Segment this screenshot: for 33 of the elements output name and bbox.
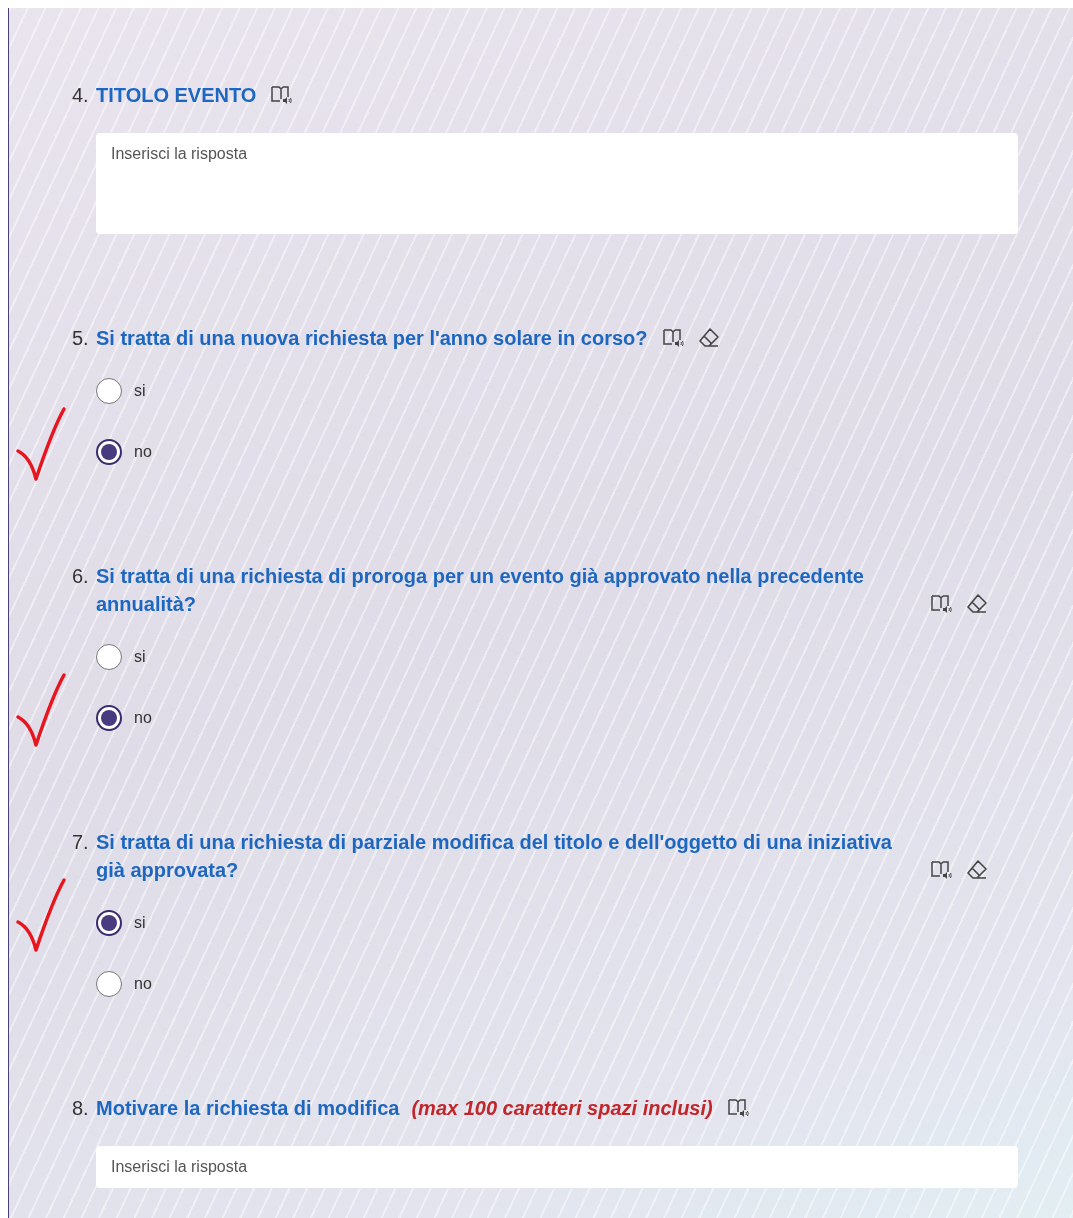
radio-button[interactable] bbox=[96, 704, 122, 731]
immersive-reader-icon[interactable] bbox=[930, 859, 952, 881]
eraser-icon[interactable] bbox=[966, 593, 988, 615]
answer-field[interactable]: Inserisci la risposta bbox=[96, 1146, 1018, 1188]
immersive-reader-icon[interactable] bbox=[726, 1097, 749, 1119]
question-number: 6. bbox=[72, 564, 90, 589]
question-note: (max 100 caratteri spazi inclusi) bbox=[411, 1096, 713, 1121]
option-label[interactable]: si bbox=[134, 381, 146, 400]
question-number: 5. bbox=[72, 326, 90, 351]
answer-field[interactable]: Inserisci la risposta bbox=[96, 133, 1018, 234]
question-number: 7. bbox=[72, 830, 90, 855]
radio-button[interactable] bbox=[96, 909, 122, 936]
question-number: 8. bbox=[72, 1096, 90, 1121]
immersive-reader-icon[interactable] bbox=[270, 84, 293, 106]
question-title: TITOLO EVENTO bbox=[96, 83, 257, 108]
eraser-icon[interactable] bbox=[697, 327, 720, 349]
radio-button[interactable] bbox=[96, 438, 122, 465]
question-number: 4. bbox=[72, 83, 90, 108]
question-title: Si tratta di una richiesta di proroga per un evento già approvato nella precedente annualità? bbox=[96, 564, 865, 617]
immersive-reader-icon[interactable] bbox=[661, 327, 684, 349]
immersive-reader-icon[interactable] bbox=[930, 593, 952, 615]
eraser-icon[interactable] bbox=[966, 859, 988, 881]
option-label[interactable]: si bbox=[134, 913, 146, 932]
option-label[interactable]: si bbox=[134, 647, 146, 666]
option-label[interactable]: no bbox=[134, 442, 152, 461]
question-title: Si tratta di una nuova richiesta per l'anno solare in corso? bbox=[96, 326, 648, 351]
question-title: Si tratta di una richiesta di parziale modifica del titolo e dell'oggetto di una iniziativa già approvata? bbox=[96, 830, 893, 883]
radio-button[interactable] bbox=[96, 377, 122, 404]
option-label[interactable]: no bbox=[134, 708, 152, 727]
radio-button[interactable] bbox=[96, 970, 122, 997]
radio-button[interactable] bbox=[96, 643, 122, 670]
question-title: Motivare la richiesta di modifica bbox=[96, 1096, 400, 1121]
option-label[interactable]: no bbox=[134, 974, 152, 993]
